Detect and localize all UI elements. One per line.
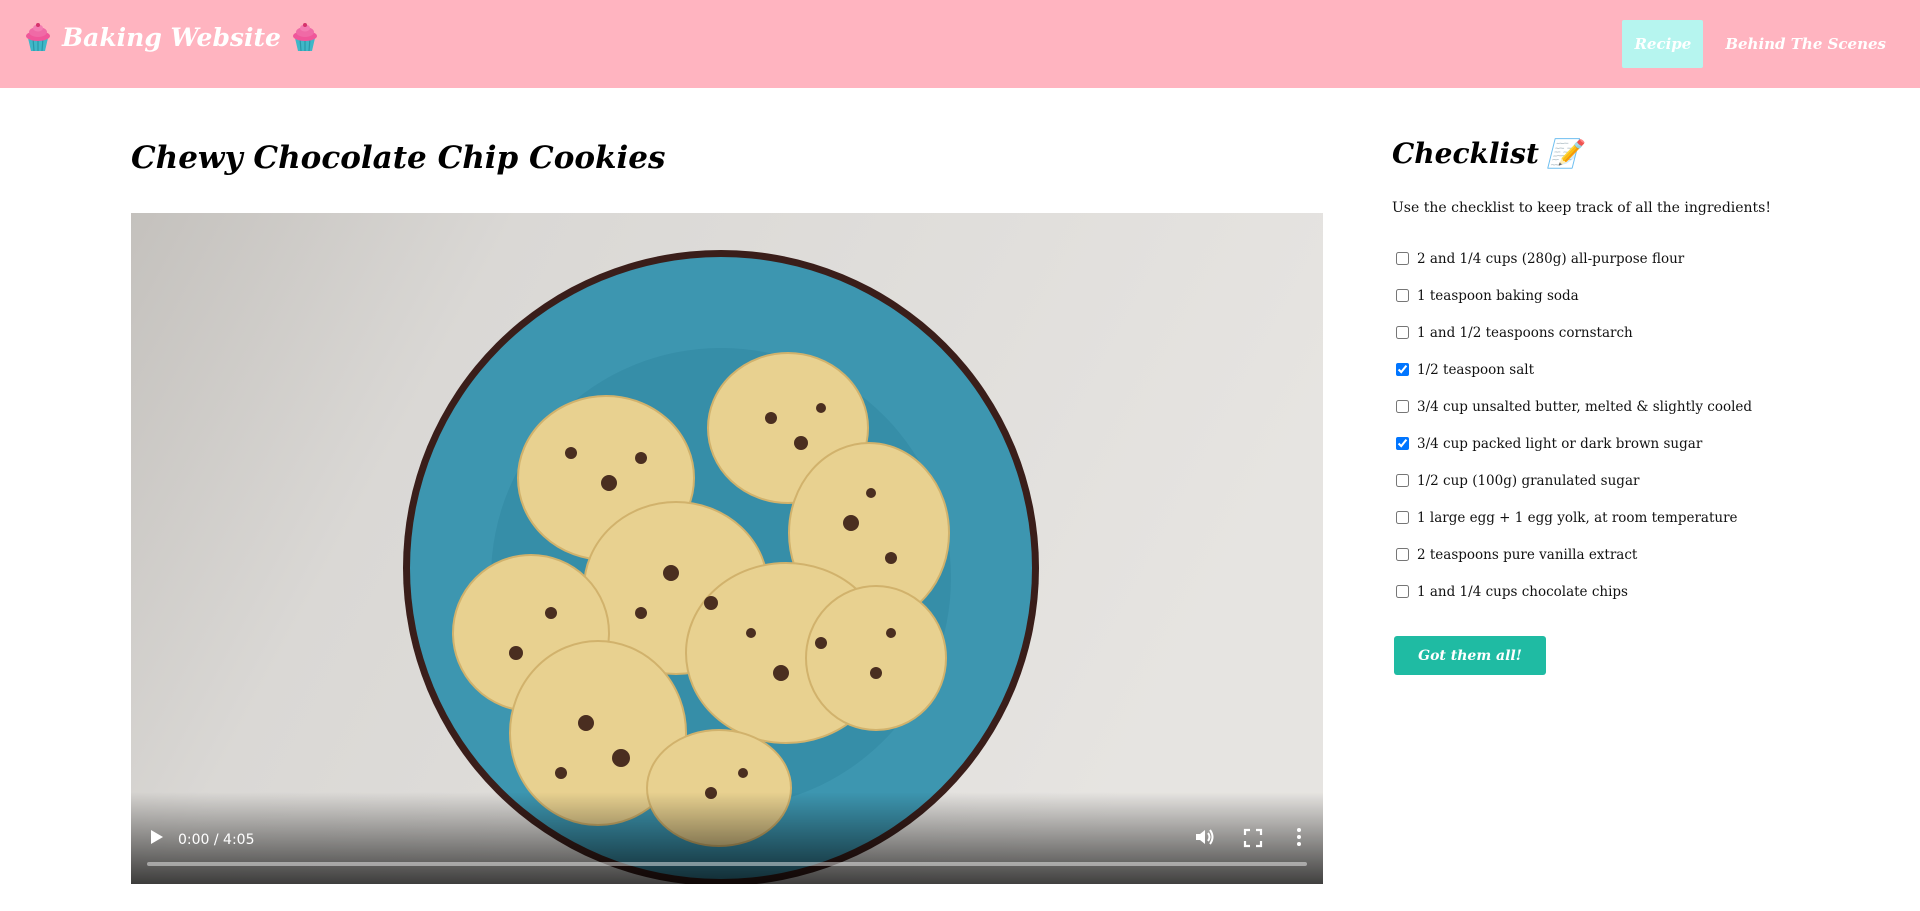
fullscreen-icon[interactable] <box>1243 828 1263 848</box>
navbar: Baking Website Recipe Behind The Scenes <box>0 0 1920 88</box>
checklist-checkbox[interactable] <box>1396 400 1409 413</box>
brand[interactable]: Baking Website <box>24 22 319 52</box>
checklist-panel: Checklist 📝 Use the checklist to keep tr… <box>1392 137 1872 675</box>
checklist-items: 2 and 1/4 cups (280g) all-purpose flour 1… <box>1392 240 1872 610</box>
checklist-item-label: 1 and 1/4 cups chocolate chips <box>1417 583 1628 600</box>
video-progress-bar[interactable] <box>147 862 1307 866</box>
checklist-item-label: 2 and 1/4 cups (280g) all-purpose flour <box>1417 250 1685 267</box>
video-time: 0:00 / 4:05 <box>178 832 255 848</box>
got-them-all-button[interactable]: Got them all! <box>1394 636 1546 675</box>
checklist-item[interactable]: 3/4 cup unsalted butter, melted & slight… <box>1392 388 1872 425</box>
volume-icon[interactable] <box>1193 826 1215 848</box>
recipe-video[interactable]: 0:00 / 4:05 <box>131 213 1323 884</box>
checklist-item[interactable]: 2 and 1/4 cups (280g) all-purpose flour <box>1392 240 1872 277</box>
checklist-item-label: 1/2 teaspoon salt <box>1417 361 1535 378</box>
checklist-checkbox[interactable] <box>1396 252 1409 265</box>
checklist-title-text: Checklist <box>1392 137 1539 170</box>
checklist-checkbox[interactable] <box>1396 437 1409 450</box>
nav-links: Recipe Behind The Scenes <box>1622 20 1898 68</box>
checklist-item[interactable]: 3/4 cup packed light or dark brown sugar <box>1392 425 1872 462</box>
cupcake-icon <box>26 23 50 52</box>
checklist-item-label: 1/2 cup (100g) granulated sugar <box>1417 472 1640 489</box>
checklist-checkbox[interactable] <box>1396 585 1409 598</box>
brand-name: Baking Website <box>62 22 281 52</box>
memo-icon: 📝 <box>1546 137 1582 170</box>
page-title: Chewy Chocolate Chip Cookies <box>131 140 666 176</box>
checklist-item-label: 2 teaspoons pure vanilla extract <box>1417 546 1638 563</box>
checklist-item[interactable]: 1/2 cup (100g) granulated sugar <box>1392 462 1872 499</box>
video-controls: 0:00 / 4:05 <box>131 792 1323 884</box>
checklist-checkbox[interactable] <box>1396 548 1409 561</box>
checklist-item-label: 1 and 1/2 teaspoons cornstarch <box>1417 324 1633 341</box>
checklist-item[interactable]: 1 and 1/4 cups chocolate chips <box>1392 573 1872 610</box>
cupcake-icon <box>292 23 317 52</box>
checklist-item[interactable]: 1/2 teaspoon salt <box>1392 351 1872 388</box>
checklist-item[interactable]: 2 teaspoons pure vanilla extract <box>1392 536 1872 573</box>
checklist-checkbox[interactable] <box>1396 363 1409 376</box>
checklist-item[interactable]: 1 teaspoon baking soda <box>1392 277 1872 314</box>
checklist-item-label: 1 large egg + 1 egg yolk, at room temper… <box>1417 509 1738 526</box>
video-frame <box>131 213 1323 884</box>
nav-recipe[interactable]: Recipe <box>1622 20 1704 68</box>
checklist-checkbox[interactable] <box>1396 474 1409 487</box>
more-options-icon[interactable] <box>1295 826 1303 848</box>
checklist-checkbox[interactable] <box>1396 289 1409 302</box>
checklist-item-label: 1 teaspoon baking soda <box>1417 287 1579 304</box>
checklist-item-label: 3/4 cup packed light or dark brown sugar <box>1417 435 1703 452</box>
checklist-item-label: 3/4 cup unsalted butter, melted & slight… <box>1417 398 1753 415</box>
checklist-item[interactable]: 1 large egg + 1 egg yolk, at room temper… <box>1392 499 1872 536</box>
checklist-checkbox[interactable] <box>1396 511 1409 524</box>
play-icon[interactable] <box>147 828 165 846</box>
checklist-item[interactable]: 1 and 1/2 teaspoons cornstarch <box>1392 314 1872 351</box>
checklist-checkbox[interactable] <box>1396 326 1409 339</box>
checklist-title: Checklist 📝 <box>1392 137 1872 170</box>
checklist-intro: Use the checklist to keep track of all t… <box>1392 200 1771 216</box>
nav-behind-the-scenes[interactable]: Behind The Scenes <box>1713 20 1898 68</box>
